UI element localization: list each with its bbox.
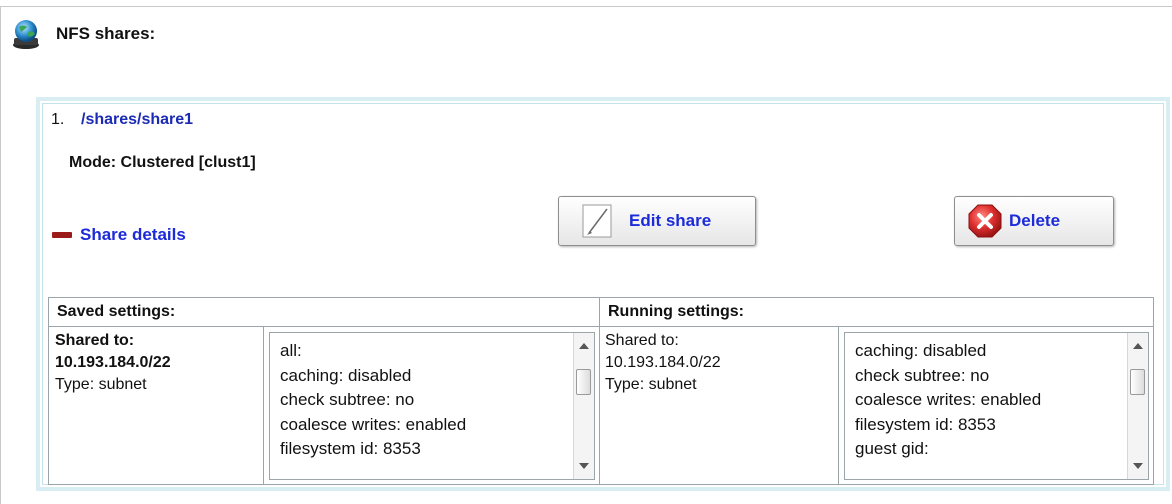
list-item: coalesce writes: enabled [280, 414, 467, 434]
frame-top-border [0, 6, 1172, 7]
list-item: caching: disabled [280, 365, 412, 385]
list-item: all: [280, 341, 302, 360]
edit-share-label: Edit share [629, 211, 712, 230]
scroll-down-arrow-icon[interactable] [1133, 463, 1143, 469]
scroll-up-arrow-icon[interactable] [1133, 343, 1143, 349]
running-options-list: caching: disabled check subtree: no coal… [855, 339, 1041, 462]
saved-options-listbox[interactable]: all: caching: disabled check subtree: no… [269, 332, 595, 480]
scroll-down-arrow-icon[interactable] [579, 463, 589, 469]
saved-type: Type: subnet [55, 376, 147, 393]
table-divider [263, 326, 264, 484]
table-divider [599, 298, 600, 484]
running-scrollbar[interactable] [1127, 333, 1148, 479]
list-item: filesystem id: 8353 [280, 439, 421, 458]
saved-shared-to-value: 10.193.184.0/22 [55, 354, 171, 371]
saved-settings-heading: Saved settings: [57, 303, 176, 320]
settings-table: Saved settings: Running settings: Shared… [48, 297, 1154, 485]
share-details-toggle[interactable]: Share details [52, 225, 186, 245]
pencil-icon [582, 204, 612, 238]
list-item: caching: disabled [855, 341, 987, 360]
table-divider [838, 326, 839, 484]
list-item: coalesce writes: enabled [855, 390, 1042, 409]
scroll-thumb[interactable] [1130, 369, 1145, 395]
scroll-thumb[interactable] [576, 369, 591, 395]
running-shared-to: Shared to: 10.193.184.0/22 Type: subnet [605, 330, 835, 396]
running-shared-to-value: 10.193.184.0/22 [605, 354, 721, 371]
page-title: NFS shares: [56, 24, 156, 43]
list-item: check subtree: no [280, 390, 415, 409]
share-mode: Mode: Clustered [clust1] [69, 154, 256, 171]
minus-icon[interactable] [52, 232, 72, 238]
list-item: filesystem id: 8353 [855, 414, 996, 434]
saved-scrollbar[interactable] [573, 333, 594, 479]
saved-shared-to: Shared to: 10.193.184.0/22 Type: subnet [55, 330, 255, 396]
delete-label: Delete [1009, 211, 1061, 230]
list-item: check subtree: no [855, 365, 990, 385]
saved-shared-to-label: Shared to: [55, 332, 135, 349]
share-number: 1. [51, 111, 65, 128]
table-divider [49, 326, 1153, 327]
running-settings-heading: Running settings: [599, 298, 1153, 326]
share-details-label[interactable]: Share details [80, 225, 186, 245]
running-options-listbox[interactable]: caching: disabled check subtree: no coal… [844, 332, 1149, 480]
globe-server-icon [13, 20, 39, 49]
scroll-up-arrow-icon[interactable] [579, 343, 589, 349]
running-type: Type: subnet [605, 376, 697, 393]
delete-x-icon [968, 204, 1002, 238]
page-header: NFS shares: [10, 18, 155, 50]
frame-left-border [0, 6, 1, 504]
share-path-link[interactable]: /shares/share1 [81, 111, 193, 129]
list-item: guest gid: [855, 439, 929, 458]
delete-button[interactable]: Delete [954, 196, 1114, 246]
saved-options-list: all: caching: disabled check subtree: no… [280, 339, 466, 462]
running-shared-to-label: Shared to: [605, 332, 679, 349]
edit-share-button[interactable]: Edit share [558, 196, 756, 246]
